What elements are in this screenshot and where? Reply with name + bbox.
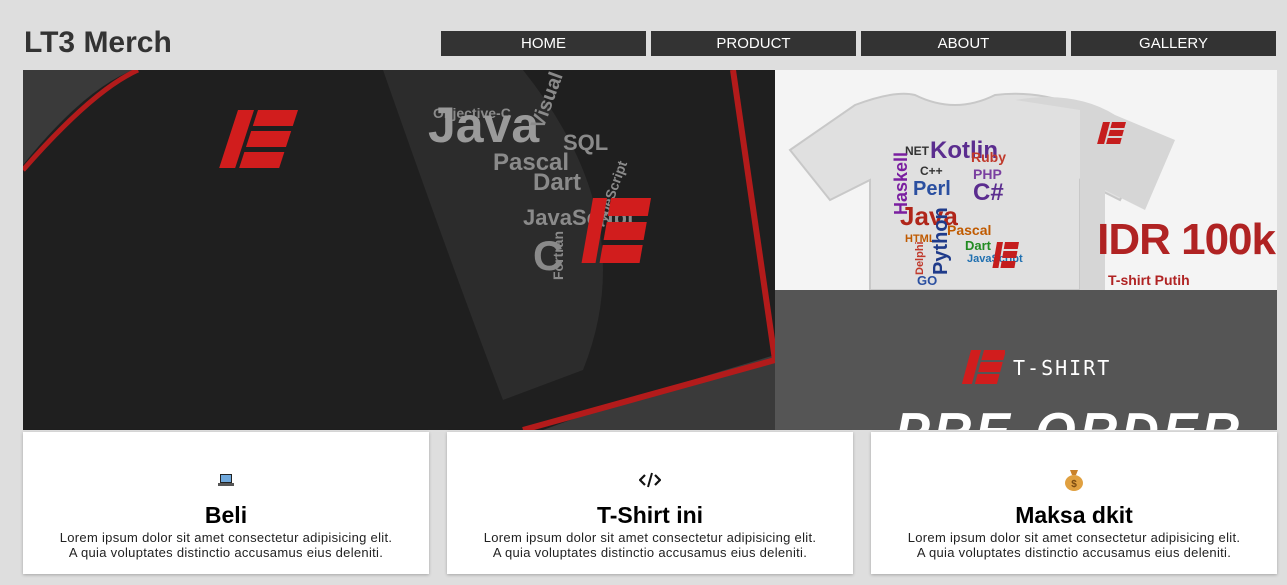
wordcloud-word: Python — [930, 207, 952, 275]
wordcloud-word: Pascal — [947, 222, 991, 238]
price-label: IDR 100k — [1097, 215, 1276, 264]
main-nav: HOME PRODUCT ABOUT GALLERY — [441, 31, 1276, 56]
card-title: T-Shirt ini — [596, 502, 704, 528]
code-icon — [447, 468, 853, 492]
site-header: LT3 Merch HOME PRODUCT ABOUT GALLERY — [0, 0, 1287, 70]
nav-about[interactable]: ABOUT — [861, 31, 1066, 56]
card-text-line: Lorem ipsum dolor sit amet consectetur a… — [483, 530, 817, 545]
card-title: Maksa dkit — [1015, 502, 1133, 528]
card-title: Beli — [204, 502, 248, 528]
card-text-line: A quia voluptates distinctio accusamus e… — [492, 545, 808, 560]
preorder-banner: PRE-ORDER — [895, 402, 1243, 430]
wordcloud-word: Perl — [913, 178, 951, 200]
laptop-icon — [23, 468, 429, 492]
price-subtitle: T-shirt Putih — [1108, 272, 1190, 288]
site-logo[interactable]: LT3 Merch — [24, 26, 172, 60]
black-tshirt-illustration: Objective-C Java Visual SQL Pascal TypeS… — [23, 70, 775, 430]
card-text-line: A quia voluptates distinctio accusamus e… — [68, 545, 384, 560]
wordcloud-word: C — [533, 232, 563, 279]
card-tshirt[interactable]: T-Shirt ini Lorem ipsum dolor sit amet c… — [447, 432, 853, 574]
wordcloud-word: C# — [973, 179, 1004, 206]
wordcloud-word: Delphi — [914, 241, 926, 275]
logo-mark-right-2 — [992, 242, 1019, 268]
wordcloud-word: GO — [917, 273, 937, 288]
wordcloud-word: Dart — [965, 238, 992, 253]
card-description: Lorem ipsum dolor sit amet consectetur a… — [871, 530, 1277, 560]
svg-text:$: $ — [1071, 479, 1077, 490]
card-maksa[interactable]: $ Maksa dkit Lorem ipsum dolor sit amet … — [871, 432, 1277, 574]
wordcloud-word: Ruby — [971, 149, 1006, 165]
logo-mark-left-2 — [581, 198, 651, 263]
card-text-line: Lorem ipsum dolor sit amet consectetur a… — [59, 530, 393, 545]
card-text-line: Lorem ipsum dolor sit amet consectetur a… — [907, 530, 1241, 545]
card-text-line: A quia voluptates distinctio accusamus e… — [916, 545, 1232, 560]
card-description: Lorem ipsum dolor sit amet consectetur a… — [23, 530, 429, 560]
wordcloud-word: Dart — [533, 169, 581, 196]
wordcloud-word: SQL — [563, 130, 608, 155]
money-bag-icon: $ — [871, 468, 1277, 492]
feature-cards: Beli Lorem ipsum dolor sit amet consecte… — [23, 432, 1277, 574]
nav-gallery[interactable]: GALLERY — [1071, 31, 1276, 56]
nav-home[interactable]: HOME — [441, 31, 646, 56]
hero-black-tshirt-image: Objective-C Java Visual SQL Pascal TypeS… — [23, 70, 775, 430]
tshirt-badge: T-SHIRT — [1013, 356, 1112, 380]
hero-white-tshirt-image: NET Kotlin Ruby PHP Haskell C++ Perl C# … — [775, 70, 1277, 290]
hero-banner: Objective-C Java Visual SQL Pascal TypeS… — [23, 70, 1277, 430]
nav-product[interactable]: PRODUCT — [651, 31, 856, 56]
card-beli[interactable]: Beli Lorem ipsum dolor sit amet consecte… — [23, 432, 429, 574]
wordcloud-word: C++ — [920, 164, 943, 178]
wordcloud-word: Java — [428, 97, 540, 153]
preorder-panel: T-SHIRT PRE-ORDER — [775, 290, 1277, 430]
logo-mark-icon — [961, 350, 1005, 384]
card-description: Lorem ipsum dolor sit amet consectetur a… — [447, 530, 853, 560]
